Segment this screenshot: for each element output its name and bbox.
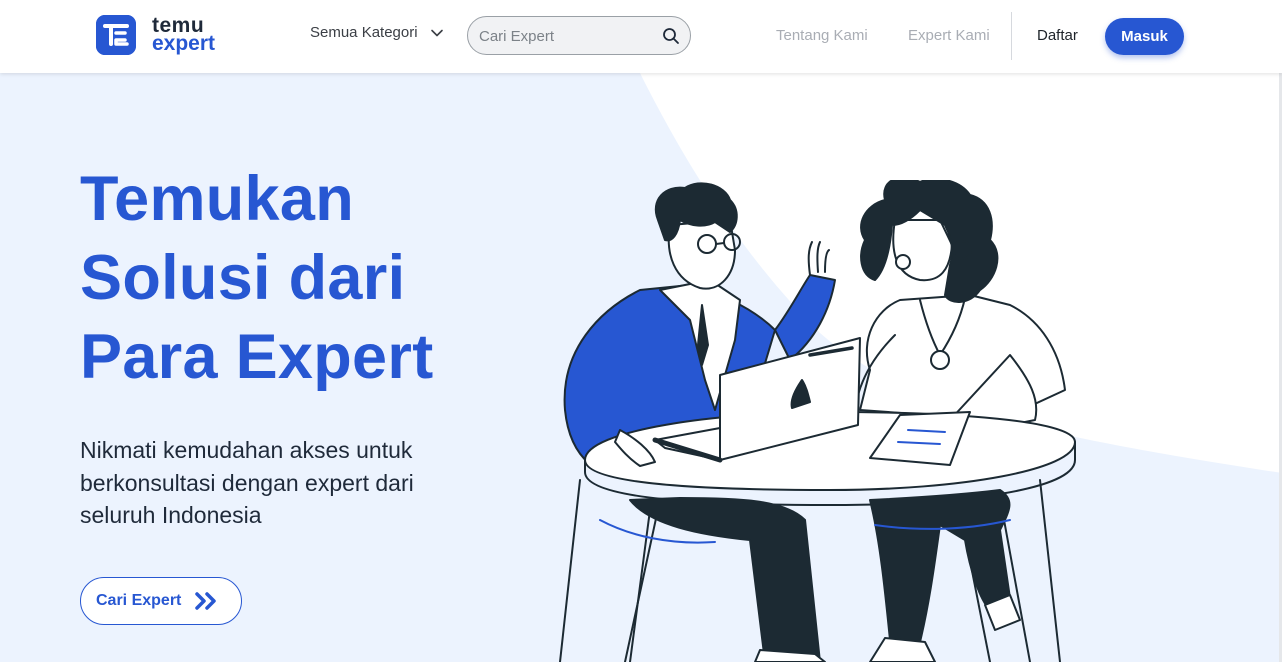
hero-headline-line: Temukan (80, 164, 355, 234)
category-dropdown-label: Semua Kategori (310, 24, 418, 41)
temu-expert-logo-icon (96, 15, 136, 55)
brand-line-2: expert (152, 32, 216, 55)
hero-headline: Temukan Solusi dari Para Expert (80, 160, 540, 397)
find-expert-button[interactable]: Cari Expert (80, 577, 242, 625)
consultation-illustration (559, 180, 1076, 662)
nav-link-experts[interactable]: Expert Kami (908, 27, 990, 44)
brand-logo[interactable]: temu expert (96, 15, 215, 55)
brand-wordmark: temu expert (152, 15, 216, 55)
chevron-down-icon (430, 29, 443, 36)
hero-subtext: Nikmati kemudahan akses untuk berkonsult… (80, 434, 460, 532)
hero-headline-line: Solusi dari (80, 243, 406, 313)
register-link[interactable]: Daftar (1037, 27, 1078, 44)
find-expert-button-label: Cari Expert (96, 592, 182, 609)
hero-subtext-line: Nikmati kemudahan akses untuk (80, 437, 413, 463)
top-navbar: temu expert Semua Kategori Tentang Kami … (0, 0, 1282, 73)
hero-subtext-line: seluruh Indonesia (80, 502, 262, 528)
nav-link-about[interactable]: Tentang Kami (776, 27, 868, 44)
search-bar (467, 16, 691, 55)
category-dropdown[interactable]: Semua Kategori (310, 24, 444, 41)
login-button[interactable]: Masuk (1105, 18, 1184, 55)
search-icon[interactable] (662, 27, 680, 45)
hero-headline-line: Para Expert (80, 322, 434, 392)
search-input[interactable] (479, 26, 649, 46)
nav-divider (1011, 12, 1012, 60)
hero-subtext-line: berkonsultasi dengan expert dari (80, 469, 414, 496)
double-chevron-right-icon (195, 592, 217, 610)
